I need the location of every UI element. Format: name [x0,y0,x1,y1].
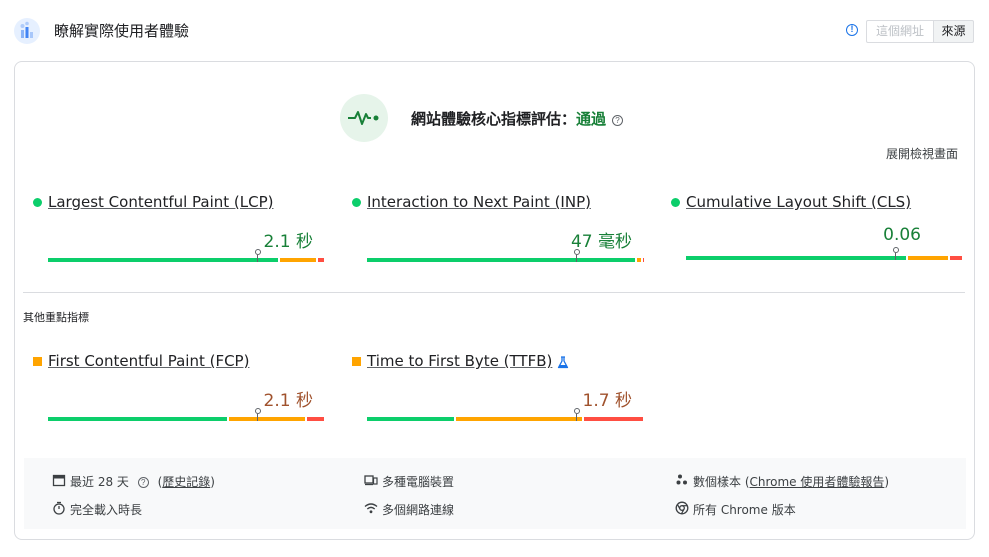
metric-inp: Interaction to Next Paint (INP) 47 毫秒 [352,193,644,273]
metric-value: 1.7 秒 [582,391,632,411]
versions-text: 所有 Chrome 版本 [693,503,796,517]
timer-icon [52,501,66,515]
poor-segment [318,258,324,262]
info-icon[interactable]: ! [846,24,858,36]
needs-improvement-segment [280,258,316,262]
report-header: 瞭解實際使用者體驗 ! 這個網址 來源 [14,17,975,47]
devices-text: 多種電腦裝置 [382,475,455,489]
url-toggle-button[interactable]: 這個網址 [866,20,934,43]
other-metrics-label: 其他重點指標 [23,311,89,324]
needs-improvement-status-icon [352,357,361,366]
p75-marker [892,247,900,260]
help-icon[interactable]: ? [612,115,624,126]
assessment-result: 通過 [576,110,607,128]
poor-segment [950,256,962,260]
section-divider [23,292,965,293]
poor-segment [584,417,643,421]
devices-icon [364,473,378,487]
p75-marker [254,249,262,262]
samples-text: 數個樣本 ( [693,475,750,489]
core-web-vitals-assessment: 網站體驗核心指標評估：通過? [411,108,624,129]
metric-value: 2.1 秒 [263,391,313,411]
metric-name-link[interactable]: Interaction to Next Paint (INP) [367,193,591,211]
good-status-icon [352,198,361,207]
report-metadata-footer: 最近 28 天 ? (歷史記錄) 完全載入時長 多種電腦裝置 多個網路連線 數個… [24,458,966,529]
samples-suffix: ) [884,475,890,489]
chrome-icon [675,501,689,515]
metric-name-link[interactable]: First Contentful Paint (FCP) [48,352,249,370]
wifi-icon [364,501,378,515]
good-status-icon [33,198,42,207]
crux-report-link[interactable]: Chrome 使用者體驗報告 [750,475,885,489]
metric-lcp: Largest Contentful Paint (LCP) 2.1 秒 [33,193,324,273]
needs-improvement-segment [456,417,582,421]
distribution-bar [367,408,645,421]
pulse-icon [340,94,388,142]
page-title: 瞭解實際使用者體驗 [54,22,190,40]
p75-marker [573,408,581,421]
network-text: 多個網路連線 [382,503,455,517]
samples-icon [675,473,689,487]
poor-segment [643,258,644,262]
needs-improvement-segment [229,417,305,421]
assessment-label: 網站體驗核心指標評估： [411,110,577,128]
needs-improvement-segment [908,256,948,260]
good-segment [48,258,278,262]
needs-improvement-status-icon [33,357,42,366]
history-link[interactable]: 歷史記錄 [162,475,210,489]
poor-segment [307,417,324,421]
p75-marker [254,408,262,421]
good-segment [48,417,227,421]
expand-view-link[interactable]: 展開檢視畫面 [886,145,958,162]
metric-cls: Cumulative Layout Shift (CLS) 0.06 [671,193,962,273]
p75-marker [573,249,581,262]
good-segment [367,417,454,421]
duration-text: 完全載入時長 [70,503,143,517]
metric-ttfb: Time to First Byte (TTFB) 1.7 秒 [352,352,643,432]
good-segment [686,256,906,260]
help-icon[interactable]: ? [137,477,149,488]
distribution-bar [48,249,326,262]
flask-icon [557,354,569,369]
distribution-bar [367,249,645,262]
metric-name-link[interactable]: Time to First Byte (TTFB) [367,352,552,370]
calendar-icon [52,473,66,487]
history-link-close: ) [210,475,215,489]
needs-improvement-segment [637,258,641,262]
good-status-icon [671,198,680,207]
metric-name-link[interactable]: Largest Contentful Paint (LCP) [48,193,274,211]
origin-toggle-button[interactable]: 來源 [933,20,974,43]
metric-value: 0.06 [883,225,921,245]
good-segment [367,258,635,262]
metric-fcp: First Contentful Paint (FCP) 2.1 秒 [33,352,324,432]
field-data-card: 網站體驗核心指標評估：通過? 展開檢視畫面 Largest Contentful… [14,61,975,540]
crux-chart-icon [14,18,40,44]
metric-value: 2.1 秒 [263,232,313,252]
distribution-bar [48,408,326,421]
metric-name-link[interactable]: Cumulative Layout Shift (CLS) [686,193,911,211]
distribution-bar [686,247,964,260]
period-text: 最近 28 天 [70,475,129,489]
